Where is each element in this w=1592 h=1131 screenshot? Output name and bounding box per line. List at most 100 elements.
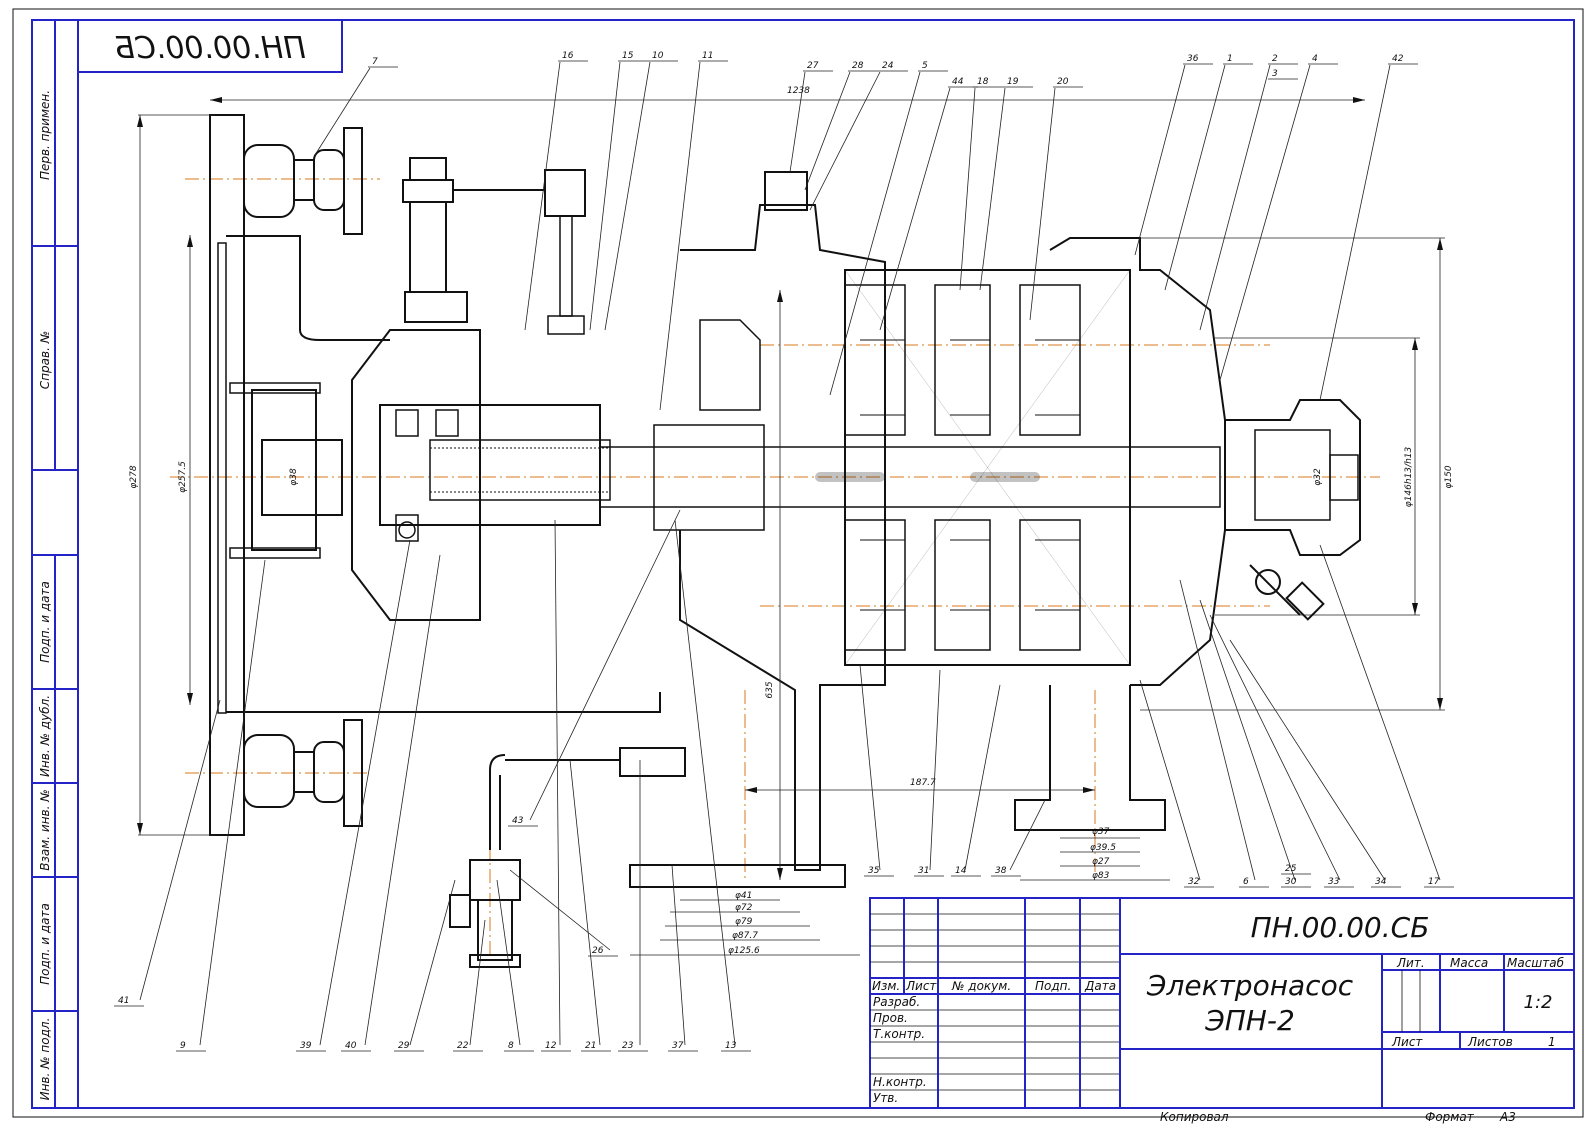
callout-bottom-29: 29 [398,1041,410,1051]
dim-base-d4: φ87.7 [732,931,758,941]
dim-base-d3: φ79 [735,917,753,927]
hdr-change: Изм. [872,979,900,993]
callout-bottom-21: 21 [585,1041,596,1051]
title-block: Изм. Лист № докум. Подп. Дата Разраб. Пр… [869,897,1575,1109]
callout-bottom-6: 6 [1243,877,1249,887]
callout-top-2: 2 [1272,54,1278,64]
intermediate-bracket [679,204,886,871]
left-foot-dims: φ41 φ72 φ79 φ87.7 φ125.6 [630,891,860,956]
working-field-frame [77,19,1575,1109]
dim-d-shaft-1: φ38 [289,468,299,486]
top-mount [226,127,363,260]
callout-top-10: 10 [652,51,664,61]
dim-overall-length: 1238 [787,86,810,96]
dim-height: 635 [765,681,775,698]
dim-d-flange-1: φ257.5 [178,461,188,493]
callout-bottom-38: 38 [995,866,1007,876]
top-leaders [314,61,1391,411]
callout-bottom-35: 35 [868,866,880,876]
dim-base-r4: φ83 [1092,871,1110,881]
callout-top-24: 24 [882,61,894,71]
role-developed: Разраб. [873,995,920,1009]
callouts-top: 7 16 15 10 11 27 28 24 5 44 18 19 20 36 1 2 3 4 42 [368,51,1418,88]
callout-bottom-14: 14 [955,866,967,876]
callout-top-18: 18 [977,77,989,87]
hdr-date: Дата [1084,979,1116,993]
callout-bottom-34: 34 [1375,877,1387,887]
callout-bottom-22: 22 [457,1041,469,1051]
sheet-label: Лист [1391,1035,1423,1049]
callout-top-3: 3 [1272,69,1278,79]
callout-bottom-39: 39 [300,1041,312,1051]
callout-bottom-23: 23 [622,1041,634,1051]
lit-label: Лит. [1396,956,1425,970]
left-side-strip: Перв. примен. Справ. № Подп. и дата Инв.… [31,19,79,1109]
footer-copied: Копировал [1160,1110,1229,1124]
callout-bottom-33: 33 [1328,877,1340,887]
callout-bottom-25: 25 [1285,864,1297,874]
side-perv-primen: Перв. примен. [38,90,52,180]
dim-foot-spacing: 187.7 [910,778,936,788]
designation: ПН.00.00.СБ [1251,911,1430,944]
footer-format-label: Формат [1425,1110,1475,1124]
role-norm: Н.контр. [873,1075,927,1089]
callout-top-44: 44 [952,77,964,87]
callout-top-4: 4 [1312,54,1318,64]
callout-top-5: 5 [922,61,928,71]
drain-valve [1249,564,1325,621]
callout-bottom-9: 9 [180,1041,186,1051]
callout-top-11: 11 [702,51,713,61]
mass-label: Масса [1450,956,1488,970]
callout-bottom-32: 32 [1188,877,1200,887]
dim-d-right-2: φ150 [1444,465,1454,488]
sheets-value: 1 [1548,1035,1556,1049]
side-inv-podl: Инв. № подл. [38,1018,52,1101]
side-vzam-inv: Взам. инв. № [38,789,52,870]
callout-top-42: 42 [1392,54,1404,64]
footer-format-value: A3 [1499,1110,1516,1124]
callout-bottom-43: 43 [512,816,524,826]
title-line-1: Электронасос [1146,969,1354,1002]
dim-base-r2: φ39.5 [1090,843,1116,853]
dim-base-d5: φ125.6 [728,946,760,956]
drawing-canvas: Перв. примен. Справ. № Подп. и дата Инв.… [12,8,1584,1124]
pipe-fitting [619,747,686,777]
callout-bottom-41: 41 [118,996,129,1006]
callout-bottom-17: 17 [1428,877,1440,887]
side-sprav-no: Справ. № [38,331,52,389]
side-podp-data-1: Подп. и дата [38,581,52,663]
hdr-sheet: Лист [905,979,937,993]
callout-top-27: 27 [807,61,819,71]
callout-top-16: 16 [562,51,574,61]
callout-top-19: 19 [1007,77,1019,87]
dim-d-shaft-2: φ32 [1313,468,1323,486]
dim-base-r1: φ37 [1092,827,1110,837]
hdr-sign: Подп. [1035,979,1071,993]
callout-top-15: 15 [622,51,634,61]
spline-shaft [429,439,611,501]
scale-label: Масштаб [1507,956,1565,970]
right-foot [1014,685,1166,831]
callout-bottom-8: 8 [508,1041,514,1051]
assembly-drawing-sheet: Перв. примен. Справ. № Подп. и дата Инв.… [0,0,1592,1127]
dim-base-r3: φ27 [1092,857,1110,867]
hdr-doc: № докум. [951,979,1011,993]
side-podp-data-2: Подп. и дата [38,903,52,985]
callout-bottom-40: 40 [345,1041,357,1051]
dim-base-d2: φ72 [735,903,753,913]
mirrored-designation-box: ПН.00.00.СБ [77,19,343,73]
right-cover [1049,237,1226,686]
sheets-label: Листов [1467,1035,1513,1049]
callout-bottom-12: 12 [545,1041,557,1051]
inner-drawing-frame [31,19,1575,1109]
side-inv-dubl: Инв. № дубл. [38,695,52,777]
callout-top-20: 20 [1057,77,1069,87]
mirrored-designation: ПН.00.00.СБ [114,31,306,66]
role-checked: Пров. [873,1011,908,1025]
dim-d-flange-2: φ278 [129,465,139,488]
callout-bottom-30: 30 [1285,877,1297,887]
bearing-housing [351,329,481,621]
callout-top-7: 7 [372,57,378,67]
callout-bottom-26: 26 [592,946,604,956]
title-line-2: ЭПН-2 [1204,1004,1295,1037]
